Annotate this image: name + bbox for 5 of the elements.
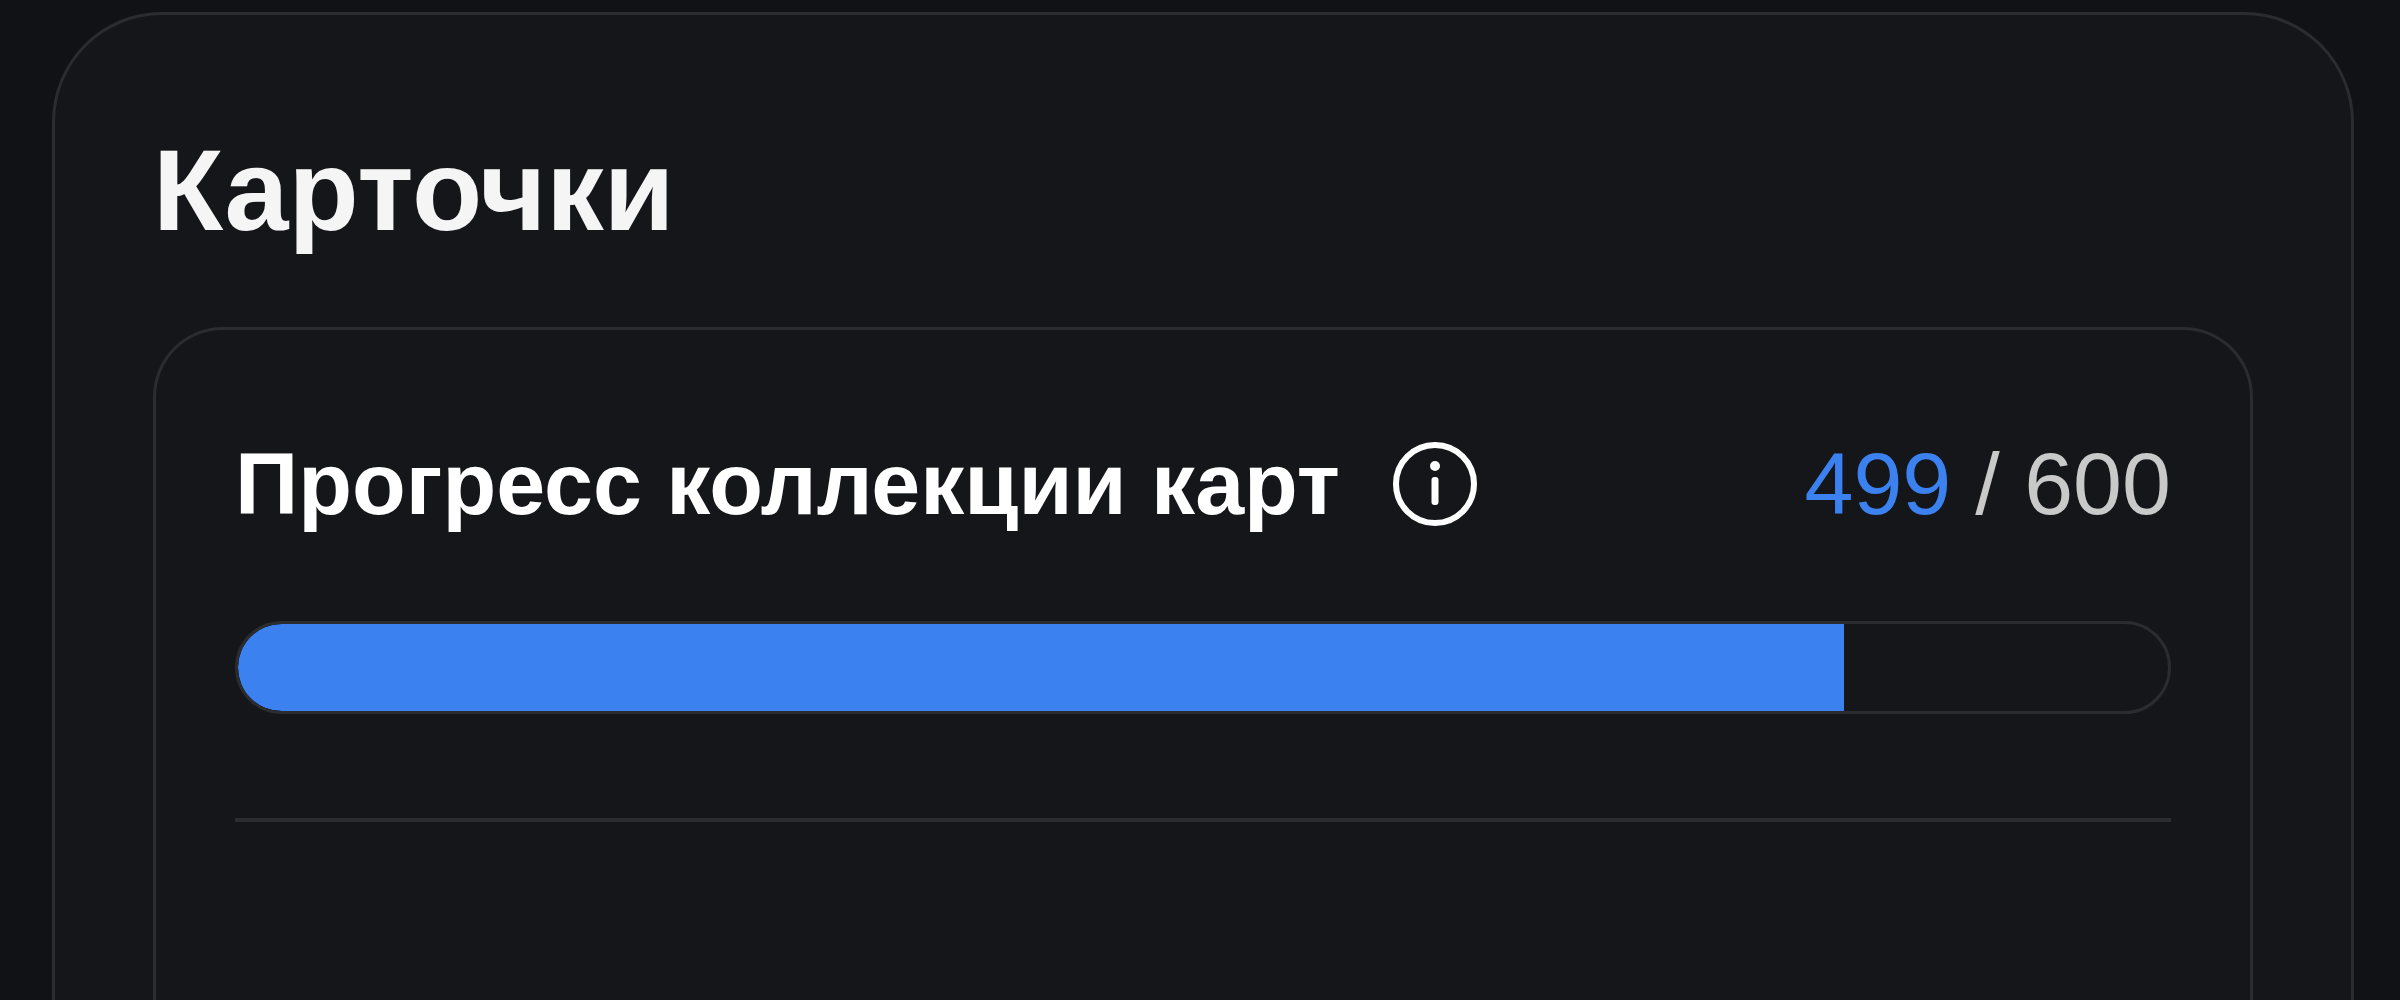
section-title: Карточки <box>153 125 675 256</box>
total-count: / 600 <box>1975 433 2171 535</box>
info-icon[interactable] <box>1391 440 1478 527</box>
progress-label: Прогресс коллекции карт <box>235 433 1340 535</box>
collected-count: 499 <box>1804 433 1952 535</box>
